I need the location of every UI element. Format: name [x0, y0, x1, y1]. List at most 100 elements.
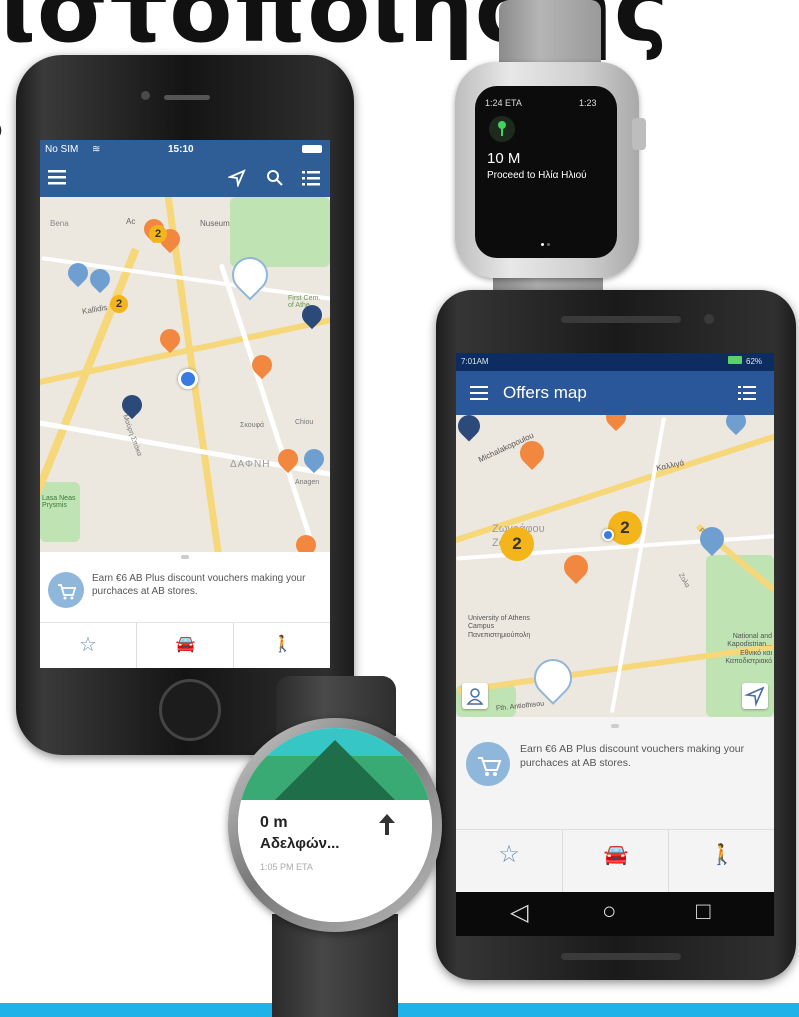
digital-crown[interactable]	[632, 118, 646, 150]
distance-label: 10 M	[487, 150, 521, 167]
map-label: National and Kapodistrian... Εθνικό και …	[725, 633, 772, 666]
navigation-arrow-icon[interactable]	[228, 169, 246, 187]
offer-pin[interactable]	[601, 415, 631, 432]
tab-favorites[interactable]: ☆	[456, 830, 562, 893]
recents-icon[interactable]: □	[696, 898, 711, 926]
home-icon[interactable]: ○	[602, 898, 617, 926]
eta-label: 1:05 PM ETA	[260, 862, 313, 872]
car-icon: 🚘	[175, 636, 196, 653]
back-icon[interactable]: ◁	[510, 898, 528, 927]
clock-label: 15:10	[168, 144, 194, 155]
ab-store-badge-icon	[466, 742, 510, 786]
cluster-badge[interactable]: 2	[149, 225, 167, 243]
cluster-badge[interactable]: 2	[110, 295, 128, 313]
battery-icon	[728, 356, 742, 364]
speaker-grille	[561, 316, 681, 323]
round-watch-screen: 0 m Αδελφών... 1:05 PM ETA	[238, 728, 432, 922]
current-location-dot	[178, 369, 198, 389]
list-icon[interactable]	[302, 170, 320, 186]
parking-pin[interactable]	[456, 415, 485, 442]
headline-subtitle: s	[0, 82, 4, 155]
map-label: Lasa Neas Prysmis	[42, 495, 76, 509]
offer-card[interactable]: Earn €6 AB Plus discount vouchers making…	[456, 717, 774, 829]
map-label: Ac	[126, 217, 136, 226]
search-icon[interactable]	[266, 169, 284, 187]
home-button[interactable]	[159, 679, 221, 741]
headline-title: ιστοποίησης	[0, 0, 670, 63]
ab-store-pin[interactable]	[721, 415, 751, 436]
list-icon[interactable]	[738, 386, 756, 400]
tab-drive[interactable]: 🚘	[136, 623, 234, 668]
drag-handle[interactable]	[611, 724, 619, 728]
car-icon: 🚘	[603, 844, 629, 866]
street-label: Αδελφών...	[260, 835, 340, 852]
apple-watch-screen: 1:24 ETA 1:23 10 M Proceed to Ηλία Ηλιού	[475, 86, 617, 258]
page-dot	[541, 243, 544, 246]
walking-icon: 🚶	[272, 636, 293, 653]
locate-button[interactable]	[742, 683, 768, 709]
transport-tabs: ☆ 🚘 🚶	[40, 622, 330, 668]
ios-status-bar: No SIM ≋ 15:10	[40, 140, 330, 159]
speaker-grille	[164, 95, 210, 100]
road	[609, 416, 667, 714]
location-pin-icon	[489, 116, 515, 142]
tab-drive[interactable]: 🚘	[562, 830, 669, 893]
walking-icon: 🚶	[709, 844, 735, 866]
selected-store-pin[interactable]	[526, 651, 580, 705]
star-icon: ☆	[498, 841, 520, 868]
battery-icon	[302, 145, 322, 153]
speaker-grille	[561, 953, 681, 960]
android-screen: 7:01AM 62% Offers map Michalakopoulou Κα…	[456, 353, 774, 936]
status-clock: 7:01AM	[461, 357, 489, 366]
eta-label: 1:24 ETA	[485, 98, 522, 108]
park-area	[40, 482, 80, 542]
tab-favorites[interactable]: ☆	[40, 623, 136, 668]
profile-button[interactable]	[462, 683, 488, 709]
direction-arrow-graphic	[275, 740, 395, 800]
map-label: Nuseum	[200, 219, 230, 228]
arrow-up-icon	[379, 814, 395, 835]
offer-pin[interactable]	[291, 530, 321, 552]
android-system-nav: ◁ ○ □	[456, 892, 774, 936]
hamburger-icon[interactable]	[48, 169, 68, 185]
camera-icon	[704, 314, 714, 324]
offer-pin[interactable]	[559, 550, 593, 584]
iphone-device: No SIM ≋ 15:10 Bena Ac Nuseum Kallidis Δ…	[16, 55, 354, 755]
current-location-dot	[602, 529, 614, 541]
accent-bottom-bar	[0, 1003, 799, 1017]
offer-text: Earn €6 AB Plus discount vouchers making…	[520, 743, 745, 769]
instruction-label: Proceed to Ηλία Ηλιού	[487, 170, 587, 181]
hamburger-icon[interactable]	[470, 386, 488, 400]
battery-percent: 62%	[746, 357, 763, 366]
map-label: Anagen	[295, 479, 320, 486]
watch-clock: 1:23	[579, 98, 597, 108]
map-label: Bena	[50, 219, 69, 228]
distance-label: 0 m	[260, 814, 288, 831]
cluster-badge[interactable]: 2	[608, 511, 642, 545]
tab-walk[interactable]: 🚶	[233, 623, 330, 668]
map-label: University of Athens Campus Πανεπιστημιο…	[468, 615, 531, 639]
iphone-map[interactable]: Bena Ac Nuseum Kallidis ΔΑΦΝΗ First Cem.…	[40, 197, 330, 552]
android-status-bar: 7:01AM 62%	[456, 353, 774, 371]
iphone-screen: No SIM ≋ 15:10 Bena Ac Nuseum Kallidis Δ…	[40, 140, 330, 668]
navigation-arrow-icon	[744, 686, 765, 707]
transport-tabs: ☆ 🚘 🚶	[456, 829, 774, 893]
map-label: Ζολα	[676, 572, 691, 589]
android-device: 7:01AM 62% Offers map Michalakopoulou Κα…	[436, 290, 796, 980]
cluster-badge[interactable]: 2	[500, 527, 534, 561]
wifi-icon: ≋	[92, 144, 101, 155]
map-label: Chiou	[295, 419, 314, 426]
app-title: Offers map	[503, 383, 587, 402]
star-icon: ☆	[79, 634, 97, 656]
carrier-label: No SIM	[45, 144, 79, 155]
page-dot	[547, 243, 550, 246]
offer-text: Earn €6 AB Plus discount vouchers making…	[92, 573, 306, 597]
drag-handle[interactable]	[181, 555, 189, 559]
person-icon	[466, 688, 484, 705]
offer-card[interactable]: Earn €6 AB Plus discount vouchers making…	[40, 552, 330, 622]
map-label: ΔΑΦΝΗ	[230, 459, 271, 470]
map-label: Σκουφά	[240, 422, 265, 429]
tab-walk[interactable]: 🚶	[668, 830, 774, 893]
ab-store-badge-icon	[48, 572, 84, 608]
android-map[interactable]: Michalakopoulou Καλλιγά Ζωγράφου Ζω Univ…	[456, 415, 774, 717]
